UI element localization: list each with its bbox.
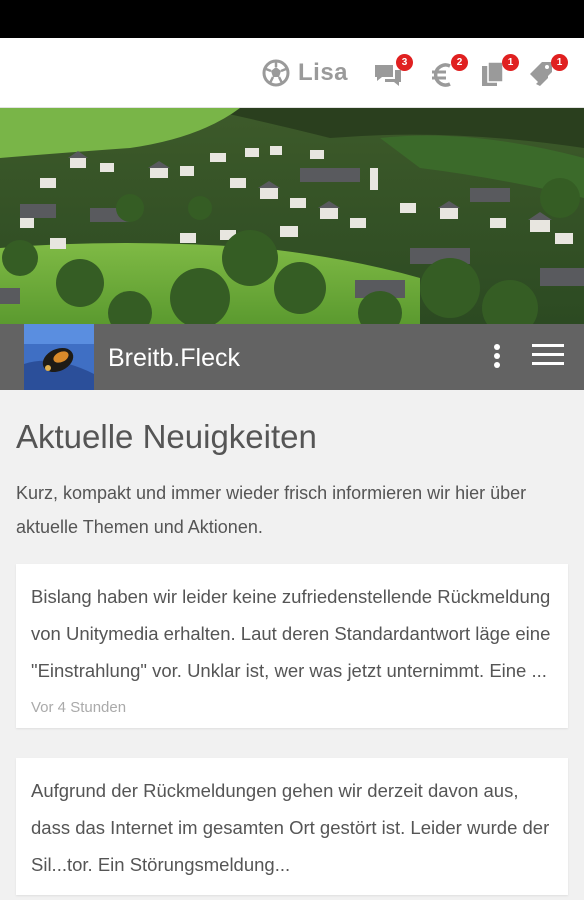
documents-button[interactable]: 1 bbox=[479, 54, 519, 90]
profile-bar: Breitb.Fleck bbox=[0, 324, 584, 390]
avatar[interactable] bbox=[24, 324, 94, 390]
messages-button[interactable]: 3 bbox=[373, 54, 413, 90]
status-bar bbox=[0, 0, 584, 38]
village-header-image bbox=[0, 108, 584, 324]
news-section: Aktuelle Neuigkeiten Kurz, kompakt und i… bbox=[16, 390, 568, 895]
news-card[interactable]: Aufgrund der Rückmeldungen gehen wir der… bbox=[16, 758, 568, 895]
news-text: Aufgrund der Rückmeldungen gehen wir der… bbox=[31, 780, 550, 875]
page-title: Aktuelle Neuigkeiten bbox=[16, 418, 317, 455]
news-text: Bislang haben wir leider keine zufrieden… bbox=[31, 586, 551, 681]
user-menu[interactable]: Lisa bbox=[262, 58, 348, 88]
documents-badge: 1 bbox=[502, 54, 519, 71]
payments-button[interactable]: 2 bbox=[428, 54, 468, 90]
news-card[interactable]: Bislang haben wir leider keine zufrieden… bbox=[16, 564, 568, 728]
messages-badge: 3 bbox=[396, 54, 413, 71]
intro-text: Kurz, kompakt und immer wieder frisch in… bbox=[16, 483, 527, 537]
user-name: Lisa bbox=[298, 59, 349, 86]
news-timestamp: Vor 4 Stunden bbox=[31, 699, 127, 716]
soccer-ball-icon bbox=[262, 59, 290, 87]
top-bar: Lisa 3 2 1 1 bbox=[0, 38, 584, 108]
more-options-icon[interactable] bbox=[487, 342, 507, 372]
profile-name: Breitb.Fleck bbox=[108, 344, 240, 372]
payments-badge: 2 bbox=[451, 54, 468, 71]
tags-badge: 1 bbox=[551, 54, 568, 71]
tags-button[interactable]: 1 bbox=[528, 54, 568, 90]
menu-icon[interactable] bbox=[532, 344, 564, 370]
